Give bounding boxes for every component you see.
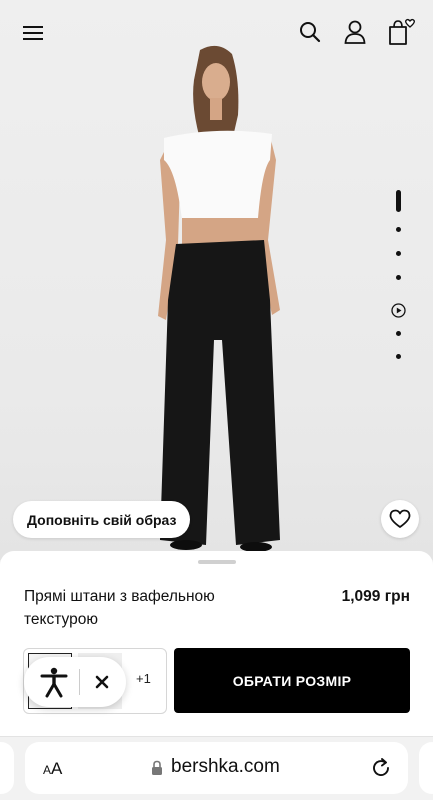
video-play-icon[interactable] [391,303,406,318]
heart-icon [389,509,411,528]
previous-tab[interactable] [0,742,14,794]
text-size-button[interactable]: AA [43,759,62,779]
url-field[interactable]: AA bershka.com [25,742,408,794]
search-icon[interactable] [295,17,325,47]
product-info-sheet: Прямі штани з вафельною текстурою 1,099 … [0,551,433,736]
product-image-gallery[interactable]: Доповніть свій образ [0,0,433,560]
product-price: 1,099 грн [341,588,410,605]
pagination-dot[interactable] [396,331,401,336]
complete-look-button[interactable]: Доповніть свій образ [13,501,191,538]
hamburger-menu-icon[interactable] [18,18,48,48]
browser-address-bar: AA bershka.com [0,736,433,800]
next-tab[interactable] [419,742,433,794]
reload-icon[interactable] [370,757,392,779]
product-photo-model [158,45,280,552]
accessibility-person-icon[interactable] [38,666,70,698]
gallery-pagination [388,190,410,365]
top-navigation [0,0,433,64]
pagination-dot[interactable] [396,251,401,256]
select-size-button[interactable]: ОБРАТИ РОЗМІР [174,648,410,713]
more-colors-count[interactable]: +1 [136,671,151,686]
pagination-dot[interactable] [396,354,401,359]
product-name: Прямі штани з вафельною текстурою [24,588,215,628]
accessibility-widget [24,657,126,707]
lock-icon [152,760,162,775]
url-text[interactable]: bershka.com [171,756,280,778]
pagination-dot[interactable] [396,227,401,232]
close-icon[interactable] [92,672,112,692]
divider [79,669,80,695]
pagination-dot[interactable] [396,275,401,280]
sheet-grabber[interactable] [198,560,236,564]
wishlist-button[interactable] [381,500,419,538]
pagination-dot-active[interactable] [396,190,401,212]
user-icon[interactable] [340,17,370,47]
shopping-bag-heart-icon[interactable] [384,15,418,49]
